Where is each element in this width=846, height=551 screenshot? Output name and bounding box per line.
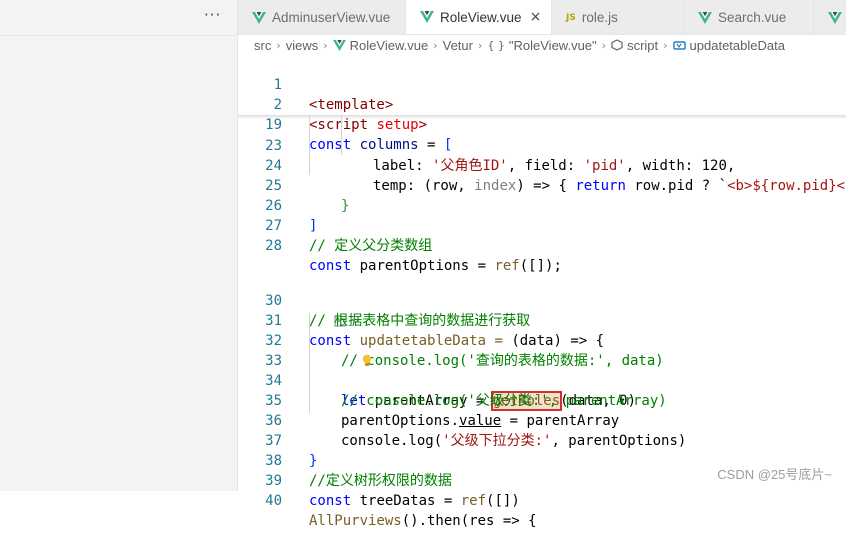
vue-icon bbox=[420, 11, 434, 23]
breadcrumb-script[interactable]: script bbox=[627, 38, 658, 53]
code-line: 30 // 根据表格中查询的数据进行获取 bbox=[238, 271, 846, 329]
watermark: CSDN @25号底片~ bbox=[717, 467, 832, 482]
code-editor[interactable]: 1 <template> 2 <script setup> 19 const c… bbox=[238, 55, 846, 529]
code-line: 1 <template> bbox=[238, 55, 846, 113]
code-line: 31 const updatetableData = (data) => { bbox=[238, 291, 846, 349]
tab-overflow[interactable] bbox=[814, 0, 846, 34]
tab-roleview[interactable]: RoleView.vue × bbox=[406, 0, 552, 34]
line-number: 28 bbox=[265, 238, 282, 254]
code-line: 26 ] bbox=[238, 176, 846, 234]
tab-search[interactable]: Search.vue bbox=[684, 0, 814, 34]
code-line: 38 //定义树形权限的数据 bbox=[238, 431, 846, 489]
breadcrumb-vetur[interactable]: Vetur bbox=[443, 38, 473, 53]
editor-tab-bar: AdminuserView.vue RoleView.vue × JS role… bbox=[238, 0, 846, 35]
tab-label: RoleView.vue bbox=[440, 9, 522, 25]
close-icon[interactable]: × bbox=[530, 9, 542, 25]
code-line: 24 temp: (row, index) => { return row.pi… bbox=[238, 136, 846, 194]
breadcrumb-symbol[interactable]: updatetableData bbox=[690, 38, 785, 53]
code-line: 28 const parentOptions = ref([]); bbox=[238, 216, 846, 274]
code-line: 23 label: '父角色ID', field: 'pid', width: … bbox=[238, 116, 846, 174]
code-line: 37 } bbox=[238, 411, 846, 469]
code-line: 32 // console.log('查询的表格的数据:', data) bbox=[238, 311, 846, 369]
vue-icon bbox=[698, 11, 712, 24]
symbol-class-icon bbox=[611, 39, 623, 51]
chevron-right-icon: › bbox=[663, 38, 668, 52]
vue-icon bbox=[332, 39, 346, 51]
chevron-right-icon: › bbox=[276, 38, 281, 52]
code-line: 35 parentOptions.value = parentArray bbox=[238, 371, 846, 429]
breadcrumb-src[interactable]: src bbox=[254, 38, 271, 53]
breadcrumb-module[interactable]: "RoleView.vue" bbox=[509, 38, 597, 53]
tab-rolejs[interactable]: JS role.js bbox=[552, 0, 684, 34]
line-number: 40 bbox=[265, 493, 282, 509]
code-line: 19 const columns = [ bbox=[238, 95, 846, 153]
chevron-right-icon: › bbox=[433, 38, 438, 52]
breadcrumb-file[interactable]: RoleView.vue bbox=[350, 38, 429, 53]
sidebar-header: ··· bbox=[0, 0, 237, 36]
code-line: 25 } bbox=[238, 156, 846, 214]
chevron-right-icon: › bbox=[601, 38, 607, 52]
code-line: 2 <script setup> bbox=[238, 75, 846, 133]
chevron-right-icon: › bbox=[323, 38, 328, 52]
code-line: 33 let parentArray = getRoles(data, 0) bbox=[238, 331, 846, 411]
code-line: 36 console.log('父级下拉分类:', parentOptions) bbox=[238, 391, 846, 449]
tab-label: AdminuserView.vue bbox=[272, 10, 391, 25]
vue-icon bbox=[252, 11, 266, 24]
tab-adminuserview[interactable]: AdminuserView.vue bbox=[238, 0, 406, 34]
tab-label: Search.vue bbox=[718, 10, 787, 25]
symbol-variable-icon bbox=[672, 40, 686, 51]
breadcrumb: src › views › RoleView.vue › Vetur › { }… bbox=[238, 35, 846, 55]
code-line: 27 // 定义父分类数组 bbox=[238, 196, 846, 254]
explorer-sidebar: ··· bbox=[0, 0, 238, 491]
code-line: 34 // console.log('父级分类:', parentArray) bbox=[238, 351, 846, 409]
more-actions-icon[interactable]: ··· bbox=[204, 6, 221, 24]
tab-label: role.js bbox=[581, 10, 618, 25]
braces-icon: { } bbox=[487, 38, 505, 52]
chevron-right-icon: › bbox=[477, 38, 483, 52]
js-icon: JS bbox=[566, 12, 576, 23]
vue-icon bbox=[828, 11, 842, 24]
breadcrumb-views[interactable]: views bbox=[286, 38, 319, 53]
